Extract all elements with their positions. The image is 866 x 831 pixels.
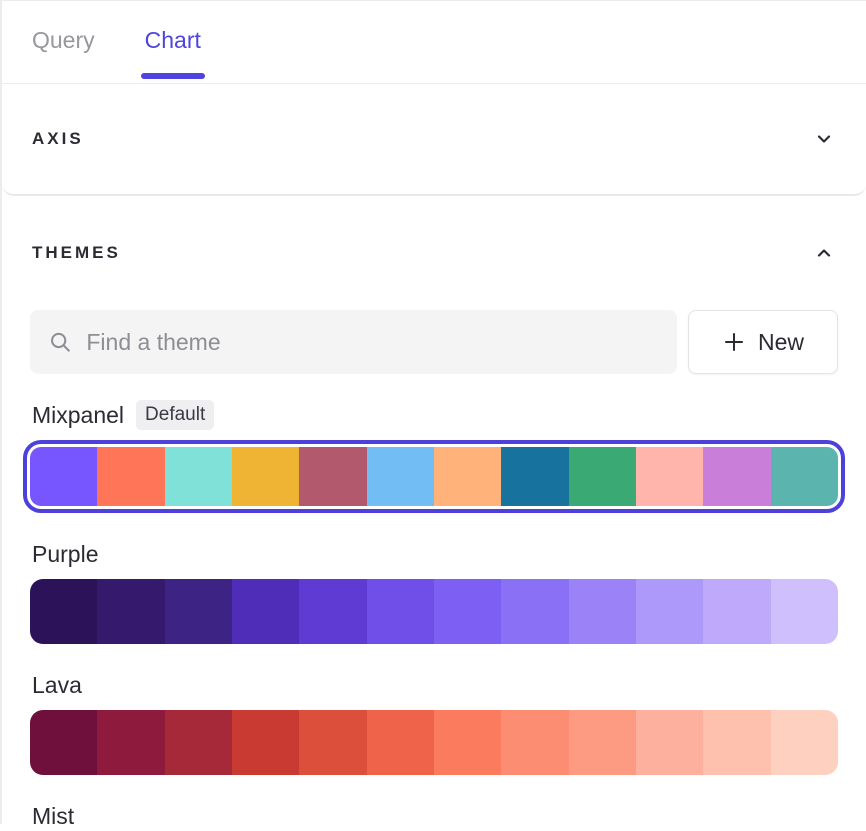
color-swatch — [703, 710, 770, 775]
color-swatch — [771, 579, 838, 644]
theme-list: Mixpanel Default Purple Lava Mist — [30, 400, 838, 831]
color-swatch — [165, 447, 232, 506]
color-swatch — [30, 579, 97, 644]
color-swatch — [569, 447, 636, 506]
color-swatch — [771, 710, 838, 775]
color-swatch — [367, 447, 434, 506]
color-swatch — [636, 579, 703, 644]
color-swatch — [434, 447, 501, 506]
color-swatch — [232, 710, 299, 775]
theme-name: Lava — [32, 672, 82, 699]
theme-name: Mist — [32, 803, 74, 830]
active-tab-underline — [141, 73, 205, 79]
color-swatch — [367, 579, 434, 644]
theme-default-badge: Default — [136, 400, 214, 430]
axis-section-title: AXIS — [32, 129, 84, 149]
color-swatch — [434, 579, 501, 644]
color-swatch — [232, 579, 299, 644]
color-swatch — [703, 447, 770, 506]
theme-item: Lava — [30, 670, 838, 775]
color-swatch — [30, 710, 97, 775]
color-swatch — [165, 579, 232, 644]
search-icon — [48, 329, 72, 355]
color-swatch — [97, 710, 164, 775]
theme-item: Mist — [30, 801, 838, 831]
theme-swatch-row[interactable] — [30, 579, 838, 644]
theme-label-row: Mixpanel Default — [30, 400, 838, 430]
theme-search-row: New — [30, 310, 838, 374]
tab-query-label: Query — [32, 27, 95, 53]
color-swatch — [299, 579, 366, 644]
theme-name: Purple — [32, 541, 98, 568]
theme-item: Purple — [30, 539, 838, 644]
themes-body: New Mixpanel Default Purple Lava M — [2, 310, 866, 831]
color-swatch — [97, 447, 164, 506]
color-swatch — [232, 447, 299, 506]
tabbar: Query Chart — [2, 1, 866, 84]
theme-swatch-strip — [30, 447, 838, 506]
plus-icon — [722, 330, 746, 354]
chevron-down-icon[interactable] — [814, 129, 834, 149]
color-swatch — [636, 447, 703, 506]
color-swatch — [703, 579, 770, 644]
theme-search-box[interactable] — [30, 310, 677, 374]
theme-label-row: Purple — [30, 539, 838, 569]
themes-section-header[interactable]: THEMES — [2, 242, 866, 264]
theme-name: Mixpanel — [32, 402, 124, 429]
color-swatch — [501, 447, 568, 506]
chevron-up-icon[interactable] — [814, 243, 834, 263]
theme-label-row: Lava — [30, 670, 838, 700]
color-swatch — [569, 710, 636, 775]
color-swatch — [501, 579, 568, 644]
color-swatch — [30, 447, 97, 506]
new-theme-button[interactable]: New — [688, 310, 838, 374]
color-swatch — [299, 710, 366, 775]
color-swatch — [501, 710, 568, 775]
axis-section-header[interactable]: AXIS — [2, 84, 866, 196]
theme-swatch-strip — [30, 710, 838, 775]
theme-swatch-strip — [30, 579, 838, 644]
color-swatch — [636, 710, 703, 775]
color-swatch — [165, 710, 232, 775]
color-swatch — [367, 710, 434, 775]
theme-label-row: Mist — [30, 801, 838, 831]
tab-chart[interactable]: Chart — [145, 27, 201, 84]
theme-item: Mixpanel Default — [30, 400, 838, 513]
color-swatch — [569, 579, 636, 644]
color-swatch — [434, 710, 501, 775]
theme-search-input[interactable] — [86, 329, 659, 356]
color-swatch — [97, 579, 164, 644]
tab-query[interactable]: Query — [32, 27, 95, 84]
theme-swatch-row[interactable] — [30, 710, 838, 775]
color-swatch — [771, 447, 838, 506]
tab-chart-label: Chart — [145, 27, 201, 53]
color-swatch — [299, 447, 366, 506]
new-theme-button-label: New — [758, 329, 804, 356]
themes-section-title: THEMES — [32, 243, 121, 263]
theme-swatch-row[interactable] — [23, 440, 845, 513]
